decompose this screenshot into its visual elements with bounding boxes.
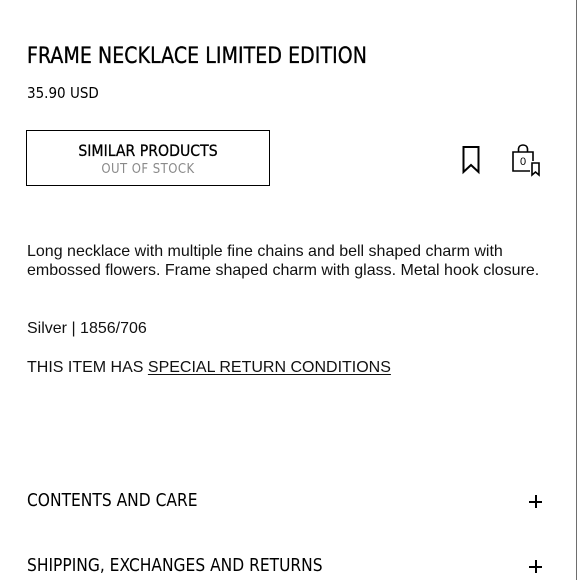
special-return-conditions-link[interactable]: SPECIAL RETURN CONDITIONS [148,359,391,376]
bookmark-icon [462,146,480,175]
contents-and-care-accordion[interactable]: CONTENTS AND CARE [27,488,547,516]
stock-status: OUT OF STOCK [101,162,195,177]
scrollbar-edge [576,0,577,580]
product-description: Long necklace with multiple fine chains … [27,243,540,279]
color-reference: Silver | 1856/706 [27,320,147,337]
product-price: 35.90 USD [27,84,99,102]
plus-icon [529,495,542,508]
shopping-bag-button[interactable]: 0 [510,143,542,177]
similar-products-label: SIMILAR PRODUCTS [78,141,218,160]
return-conditions-notice: THIS ITEM HAS SPECIAL RETURN CONDITIONS [27,359,391,377]
accordion-label: CONTENTS AND CARE [27,490,198,511]
product-title: FRAME NECKLACE LIMITED EDITION [27,44,367,69]
bag-count: 0 [519,156,527,168]
bookmark-button[interactable] [459,145,483,175]
return-conditions-prefix: THIS ITEM HAS [27,359,148,376]
plus-icon [529,560,542,573]
product-detail-page: FRAME NECKLACE LIMITED EDITION 35.90 USD… [0,0,580,580]
shipping-exchanges-returns-accordion[interactable]: SHIPPING, EXCHANGES AND RETURNS [27,553,547,580]
accordion-label: SHIPPING, EXCHANGES AND RETURNS [27,555,323,576]
similar-products-button[interactable]: SIMILAR PRODUCTS OUT OF STOCK [26,130,270,186]
